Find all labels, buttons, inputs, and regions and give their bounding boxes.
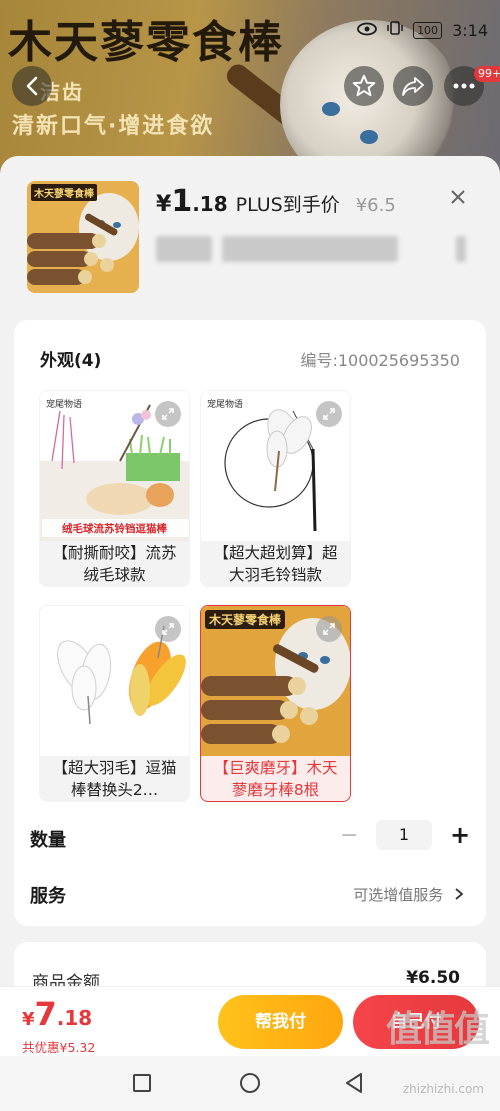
home-button[interactable]	[240, 1073, 260, 1093]
price-decimal: .18	[192, 192, 228, 216]
total-price: ¥ 7 .18	[22, 995, 92, 1033]
quantity-stepper: − 1 +	[340, 820, 470, 850]
sheet-product-header: 木天蓼零食棒 ¥ 1 .18 PLUS到手价 ¥6.5	[0, 156, 500, 316]
banner-title: 木天蓼零食棒	[8, 17, 284, 68]
amount-value: ¥6.50	[406, 968, 460, 988]
expand-icon	[323, 623, 335, 635]
status-bar: 100 3:14	[357, 20, 488, 40]
share-arrow-icon	[402, 77, 424, 96]
price-currency: ¥	[156, 192, 172, 217]
option-label: 【耐撕耐咬】流苏绒毛球款	[52, 544, 177, 584]
option-tassel-plush-ball[interactable]: 宠尾物语 绒毛球流苏铃铛逗猫棒 【耐撕耐咬】流苏绒毛球款	[39, 390, 190, 587]
zoom-button[interactable]	[316, 401, 342, 427]
zoom-button[interactable]	[155, 616, 181, 642]
option-image-caption: 绒毛球流苏铃铛逗猫棒	[62, 523, 167, 535]
brand-logo: 宠尾物语	[46, 400, 83, 410]
battery-icon: 100	[413, 21, 443, 39]
option-matatabi-chew-stick[interactable]: 木天蓼零食棒 【巨爽磨牙】木天蓼磨牙棒8根	[200, 605, 351, 802]
zoom-button[interactable]	[316, 616, 342, 642]
blurred-selection-text	[156, 236, 476, 262]
star-icon	[352, 74, 376, 97]
thumbnail-title: 木天蓼零食棒	[31, 184, 97, 201]
discount-text: 共优惠¥5.32	[22, 1040, 96, 1055]
clock: 3:14	[452, 20, 488, 40]
option-banner: 木天蓼零食棒	[205, 610, 286, 629]
price-line: ¥ 1 .18 PLUS到手价 ¥6.5	[156, 184, 396, 219]
total-integer: 7	[34, 995, 57, 1033]
zoom-button[interactable]	[155, 401, 181, 427]
watermark-logo: 值值值	[385, 1009, 490, 1050]
banner-tagline: 清新口气·增进食欲	[12, 114, 215, 139]
value-added-service-link[interactable]: 可选增值服务	[353, 884, 464, 905]
vibrate-icon	[387, 20, 403, 40]
spec-title: 外观(4)	[40, 351, 102, 371]
triangle-back-icon	[346, 1073, 362, 1093]
total-currency: ¥	[22, 1009, 35, 1030]
sku-number: 编号:100025695350	[300, 351, 460, 370]
expand-icon	[162, 408, 174, 420]
favorite-button[interactable]	[344, 66, 384, 106]
spec-card: 外观(4) 编号:100025695350 宠尾物语 绒毛球流苏铃铛逗猫棒 【耐…	[14, 320, 486, 926]
option-feather-replacement-head[interactable]: 【超大羽毛】逗猫棒替换头2…	[39, 605, 190, 802]
option-label: 【超大超划算】超大羽毛铃铛款	[213, 544, 338, 584]
recents-button[interactable]	[133, 1074, 151, 1092]
total-decimal: .18	[56, 1006, 93, 1030]
message-count-badge: 99+	[474, 66, 500, 82]
quantity-label: 数量	[30, 830, 66, 851]
more-dots-icon	[453, 83, 475, 89]
quantity-input[interactable]: 1	[376, 820, 432, 850]
expand-icon	[162, 623, 174, 635]
increment-button[interactable]: +	[450, 821, 470, 849]
price-integer: 1	[171, 184, 193, 219]
option-large-feather-bell[interactable]: 宠尾物语 【超大超划算】超大羽毛铃铛款	[200, 390, 351, 587]
service-link-text: 可选增值服务	[353, 886, 444, 904]
eye-icon	[357, 21, 377, 40]
spec-select-sheet: 木天蓼零食棒 ¥ 1 .18 PLUS到手价 ¥6.5 外观(4) 编号:100…	[0, 156, 500, 1111]
expand-icon	[323, 408, 335, 420]
back-button[interactable]	[12, 66, 52, 106]
brand-logo: 宠尾物语	[207, 400, 244, 410]
plus-price-tag: PLUS到手价	[235, 194, 340, 216]
close-button[interactable]	[446, 186, 470, 211]
service-label: 服务	[30, 886, 66, 907]
cat-eye	[360, 130, 378, 144]
watermark-url: zhizhizhi.com	[402, 1082, 484, 1096]
help-me-pay-button[interactable]: 帮我付	[218, 995, 343, 1049]
product-thumbnail[interactable]: 木天蓼零食棒	[27, 181, 139, 293]
option-label: 【巨爽磨牙】木天蓼磨牙棒8根	[213, 759, 338, 799]
close-icon	[451, 190, 465, 204]
option-label: 【超大羽毛】逗猫棒替换头2…	[52, 759, 177, 799]
chevron-right-icon	[455, 888, 464, 900]
chevron-left-icon	[26, 76, 38, 96]
cat-eye	[322, 102, 340, 116]
share-button[interactable]	[393, 66, 433, 106]
original-price: ¥6.5	[355, 195, 396, 216]
decrement-button[interactable]: −	[340, 823, 358, 848]
system-back-button[interactable]	[344, 1072, 364, 1098]
